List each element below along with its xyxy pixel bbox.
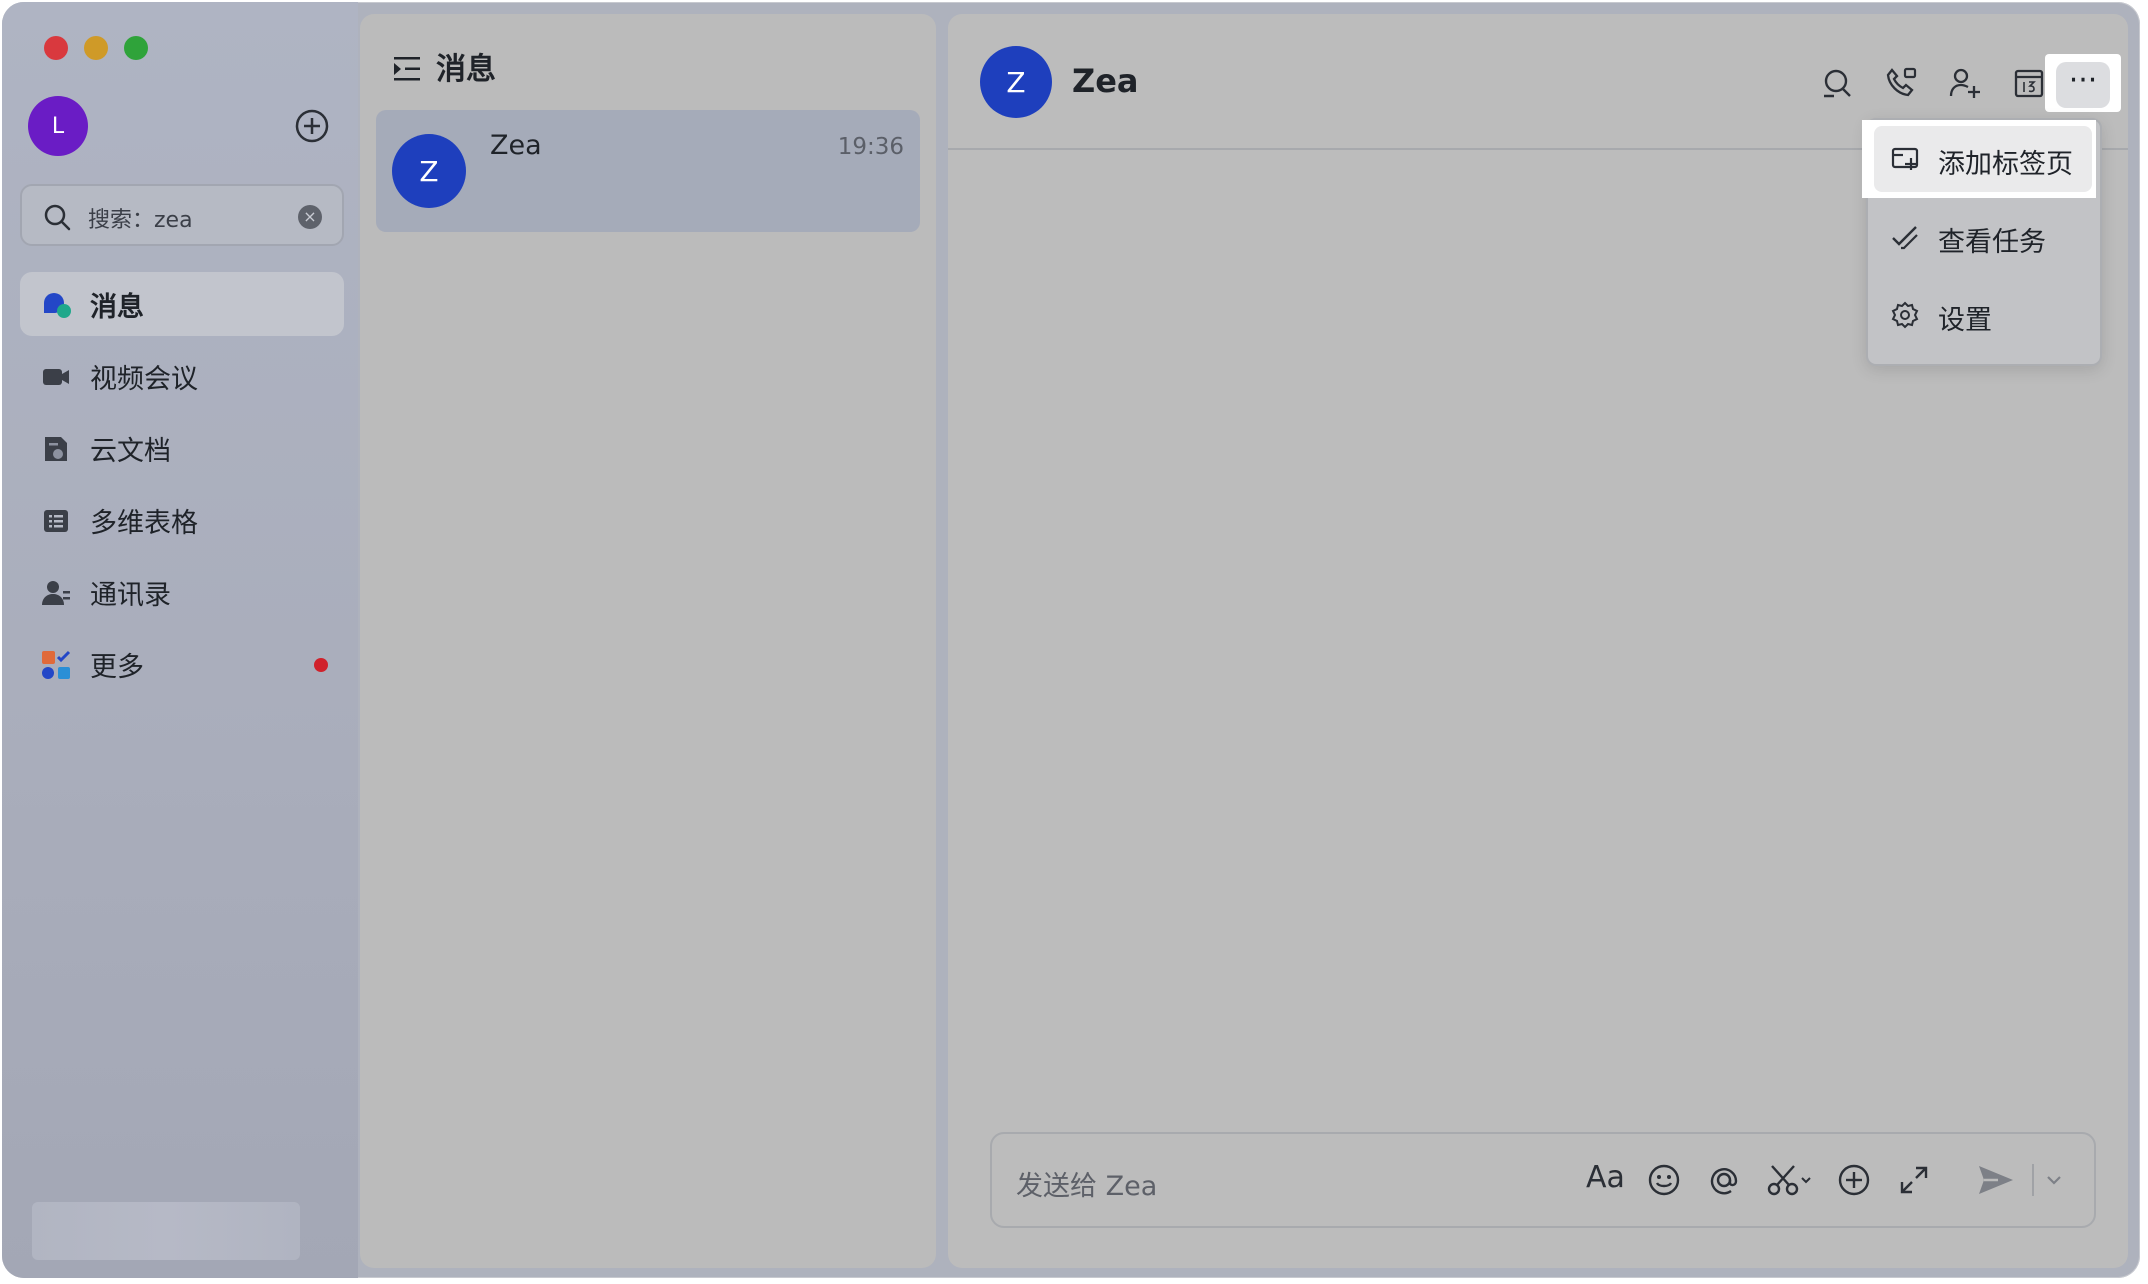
menu-item-view-tasks[interactable]: 查看任务 bbox=[1868, 198, 2100, 270]
conversation-time: 19:36 bbox=[837, 134, 904, 160]
sidebar: L 搜索：zea × 消息 视频会议 云文档 多维表格 通讯录 更多 bbox=[2, 2, 358, 1278]
screenshot-icon[interactable] bbox=[1766, 1162, 1814, 1198]
add-member-icon[interactable] bbox=[1948, 66, 1982, 100]
sidebar-item-label: 更多 bbox=[90, 651, 144, 683]
format-icon[interactable]: Aa bbox=[1586, 1160, 1625, 1195]
list-title: 消息 bbox=[436, 52, 496, 87]
menu-item-label: 查看任务 bbox=[1938, 227, 2046, 258]
add-icon[interactable] bbox=[1836, 1162, 1872, 1198]
menu-item-label: 设置 bbox=[1938, 305, 1992, 336]
menu-item-add-tab[interactable]: 添加标签页 bbox=[1868, 120, 2100, 192]
close-window-button[interactable] bbox=[44, 36, 68, 60]
chat-title[interactable]: Zea bbox=[1072, 62, 1139, 100]
expand-icon[interactable] bbox=[1896, 1162, 1932, 1198]
blurred-footer bbox=[32, 1202, 300, 1260]
sidebar-item-more[interactable]: 更多 bbox=[20, 632, 344, 696]
menu-item-settings[interactable]: 设置 bbox=[1868, 276, 2100, 348]
search-chat-icon[interactable] bbox=[1820, 66, 1854, 100]
message-icon bbox=[44, 293, 71, 318]
app-window: L 搜索：zea × 消息 视频会议 云文档 多维表格 通讯录 更多 消息 Z … bbox=[2, 2, 2140, 1278]
send-options-icon[interactable] bbox=[2044, 1162, 2064, 1198]
conversation-name: Zea bbox=[490, 130, 542, 161]
sidebar-item-label: 通讯录 bbox=[90, 579, 171, 611]
task-check-icon bbox=[1892, 226, 1918, 250]
more-icon[interactable]: ··· bbox=[2056, 62, 2110, 108]
contacts-icon bbox=[42, 581, 70, 605]
conversation-list-panel: 消息 Z Zea 19:36 bbox=[360, 14, 936, 1268]
mention-icon[interactable] bbox=[1706, 1162, 1742, 1198]
base-table-icon bbox=[44, 510, 68, 532]
add-tab-icon bbox=[1891, 147, 1919, 170]
sidebar-item-messages[interactable]: 消息 bbox=[20, 272, 344, 336]
chat-panel: Z Zea ··· 添加标签页 查看任务 设置 发送给 Zea Aa bbox=[948, 14, 2128, 1268]
call-icon[interactable] bbox=[1884, 66, 1918, 100]
add-circle-icon[interactable] bbox=[294, 108, 330, 144]
sidebar-item-label: 视频会议 bbox=[90, 363, 198, 395]
send-icon[interactable] bbox=[1976, 1162, 2016, 1198]
sidebar-item-label: 云文档 bbox=[90, 435, 171, 467]
composer-placeholder: 发送给 Zea bbox=[1016, 1171, 1158, 1202]
sidebar-item-base-table[interactable]: 多维表格 bbox=[20, 488, 344, 552]
sidebar-nav: 消息 视频会议 云文档 多维表格 通讯录 更多 bbox=[20, 272, 344, 704]
more-menu: 添加标签页 查看任务 设置 bbox=[1862, 118, 2102, 366]
cloud-doc-icon bbox=[45, 437, 67, 461]
search-icon bbox=[44, 204, 71, 231]
calendar-icon[interactable] bbox=[2012, 66, 2046, 100]
message-composer[interactable]: 发送给 Zea Aa bbox=[990, 1132, 2096, 1228]
notification-badge bbox=[314, 658, 328, 672]
sidebar-item-video-meeting[interactable]: 视频会议 bbox=[20, 344, 344, 408]
conversation-avatar: Z bbox=[392, 134, 466, 208]
emoji-icon[interactable] bbox=[1646, 1162, 1682, 1198]
search-input[interactable]: 搜索：zea × bbox=[20, 184, 344, 246]
menu-item-label: 添加标签页 bbox=[1938, 149, 2073, 180]
user-avatar[interactable]: L bbox=[28, 96, 88, 156]
maximize-window-button[interactable] bbox=[124, 36, 148, 60]
search-query-text: 搜索：zea bbox=[88, 208, 193, 233]
clear-search-icon[interactable]: × bbox=[298, 205, 322, 229]
list-header: 消息 bbox=[392, 44, 496, 88]
sidebar-item-contacts[interactable]: 通讯录 bbox=[20, 560, 344, 624]
minimize-window-button[interactable] bbox=[84, 36, 108, 60]
chat-avatar[interactable]: Z bbox=[980, 46, 1052, 118]
sidebar-item-label: 多维表格 bbox=[90, 507, 198, 539]
video-meeting-icon bbox=[43, 369, 69, 385]
sidebar-item-label: 消息 bbox=[90, 291, 144, 323]
more-apps-icon bbox=[42, 650, 71, 679]
sidebar-item-cloud-doc[interactable]: 云文档 bbox=[20, 416, 344, 480]
conversation-item[interactable]: Z Zea 19:36 bbox=[376, 110, 920, 232]
settings-gear-icon bbox=[1891, 301, 1919, 329]
send-divider bbox=[2032, 1164, 2034, 1196]
collapse-list-icon[interactable] bbox=[392, 55, 422, 83]
